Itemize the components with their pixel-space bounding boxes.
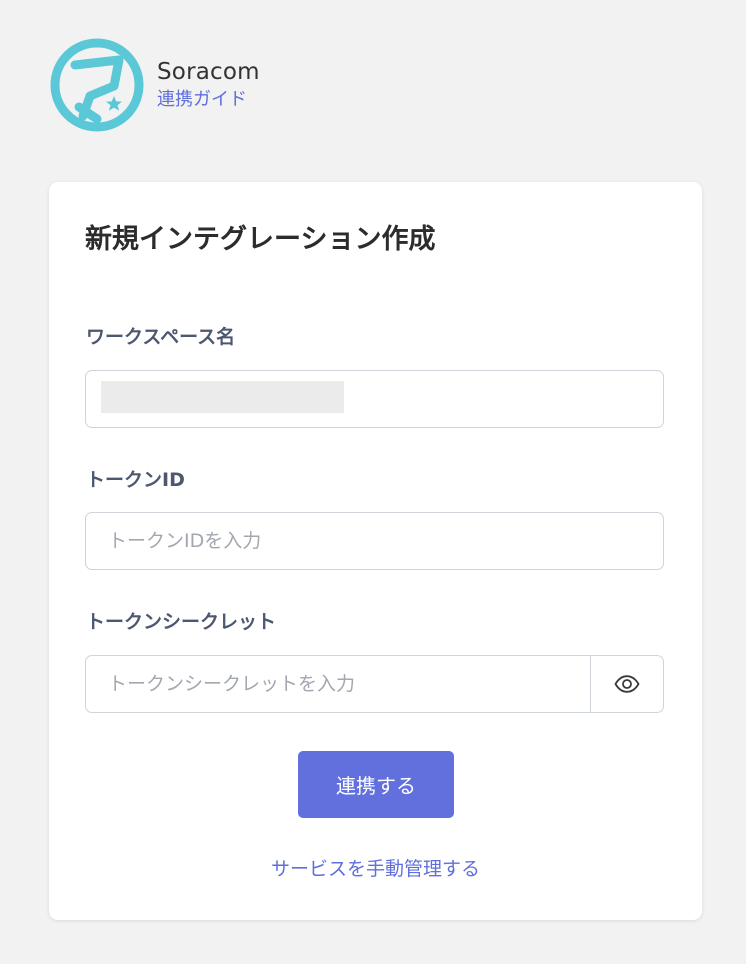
page-title: 新規インテグレーション作成 xyxy=(85,224,436,255)
soracom-logo-icon xyxy=(50,38,144,132)
token-secret-label: トークンシークレット xyxy=(86,611,277,633)
token-secret-input[interactable] xyxy=(86,656,663,712)
brand: Soracom 連携ガイド xyxy=(157,57,260,113)
token-id-input[interactable] xyxy=(86,513,663,569)
brand-name: Soracom xyxy=(157,59,260,85)
connect-button[interactable]: 連携する xyxy=(298,751,454,818)
manage-service-manually-link[interactable]: サービスを手動管理する xyxy=(49,856,702,882)
token-secret-field-box xyxy=(85,655,664,713)
token-id-label: トークンID xyxy=(86,469,185,491)
workspace-name-label: ワークスペース名 xyxy=(86,326,236,348)
workspace-name-field[interactable] xyxy=(85,370,664,428)
header: Soracom 連携ガイド xyxy=(50,38,260,132)
toggle-secret-visibility-button[interactable] xyxy=(590,656,663,712)
eye-icon xyxy=(614,675,640,693)
workspace-name-value-redacted xyxy=(101,381,344,413)
integration-form-card: 新規インテグレーション作成 ワークスペース名 トークンID トークンシークレット… xyxy=(49,182,702,920)
token-id-field-box xyxy=(85,512,664,570)
integration-guide-link[interactable]: 連携ガイド xyxy=(157,87,260,113)
